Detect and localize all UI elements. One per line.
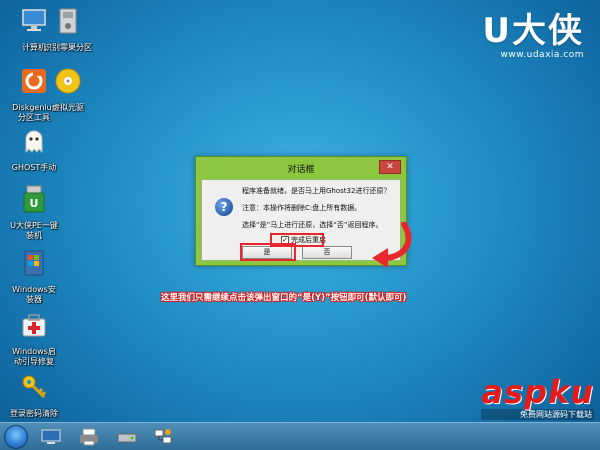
question-icon: ? bbox=[215, 198, 233, 216]
red-arrow-icon bbox=[372, 222, 412, 268]
udaxia-installer-icon: U bbox=[23, 185, 45, 213]
dialog-title: 对话框 bbox=[287, 165, 315, 175]
brand-logo: U大侠 www.udaxia.com bbox=[482, 12, 584, 60]
desktop-icon-label: GHOST手动 bbox=[11, 163, 57, 172]
desktop-icon-label: U大侠PE一键 装机 bbox=[10, 221, 58, 240]
desktop-icon-windows-installer[interactable]: Windows安 装器 bbox=[0, 248, 74, 305]
brand-url: www.udaxia.com bbox=[500, 50, 584, 60]
desktop-icon-boot-repair[interactable]: Windows启 动引导修复 bbox=[0, 310, 74, 367]
desktop-icon-label: 登录密码清除 bbox=[10, 409, 58, 418]
brand-name: U大侠 bbox=[482, 11, 584, 51]
desktop-icon-label: 识别零果分区 bbox=[44, 43, 92, 52]
close-button[interactable]: ✕ bbox=[379, 160, 401, 174]
drive-icon[interactable] bbox=[116, 427, 138, 447]
desktop-icon-ghost[interactable]: GHOST手动 bbox=[0, 126, 74, 173]
restart-checkbox-label: 完成后重启 bbox=[291, 236, 326, 244]
desktop-icon-password-clear[interactable]: 登录密码清除 bbox=[0, 372, 74, 419]
desktop-icon-label: Windows安 装器 bbox=[12, 285, 56, 304]
restart-checkbox[interactable]: ✓ 完成后重启 bbox=[281, 235, 326, 245]
windows-installer-icon bbox=[24, 250, 44, 276]
taskbar bbox=[0, 422, 600, 450]
start-orb-icon[interactable] bbox=[4, 425, 28, 449]
svg-text:U: U bbox=[30, 197, 39, 210]
printer-icon[interactable] bbox=[78, 427, 100, 447]
ghost-icon bbox=[25, 130, 43, 154]
desktop-icon-label: 虚拟光驱 bbox=[52, 103, 84, 112]
yes-button[interactable]: 是 bbox=[242, 246, 292, 259]
desktop-icon-udaxia-installer[interactable]: U U大侠PE一键 装机 bbox=[0, 184, 74, 241]
instruction-caption: 这里我们只需继续点击该弹出窗口的“是(Y)”按钮即可(默认即可) bbox=[161, 293, 407, 303]
dialog-message-instructions: 选择“是”马上进行还原，选择“否”返回程序。 bbox=[242, 221, 383, 229]
boot-repair-icon bbox=[22, 314, 46, 337]
monitor-icon[interactable] bbox=[40, 427, 62, 447]
no-button[interactable]: 否 bbox=[302, 246, 352, 259]
desktop-icon-virtual-cd[interactable]: 虚拟光驱 bbox=[28, 66, 108, 113]
dialog-titlebar[interactable]: 对话框 ✕ bbox=[196, 157, 406, 179]
watermark-main: aspku bbox=[481, 373, 594, 411]
drive-icon bbox=[59, 8, 77, 34]
checkbox-checked-icon[interactable]: ✓ bbox=[281, 236, 289, 244]
dialog-message-ready: 程序准备就绪，是否马上用Ghost32进行还原？ bbox=[242, 187, 391, 195]
virtual-cd-icon bbox=[55, 68, 81, 94]
desktop-icon-drive[interactable]: 识别零果分区 bbox=[28, 6, 108, 53]
password-key-icon bbox=[22, 375, 47, 399]
desktop-icon-label: Windows启 动引导修复 bbox=[12, 347, 56, 366]
watermark: aspku 免费网站源码下载站 bbox=[481, 375, 594, 420]
dialog-message-warning: 注意：本操作将删除C:盘上所有数据。 bbox=[242, 204, 362, 212]
network-icon[interactable] bbox=[152, 427, 174, 447]
